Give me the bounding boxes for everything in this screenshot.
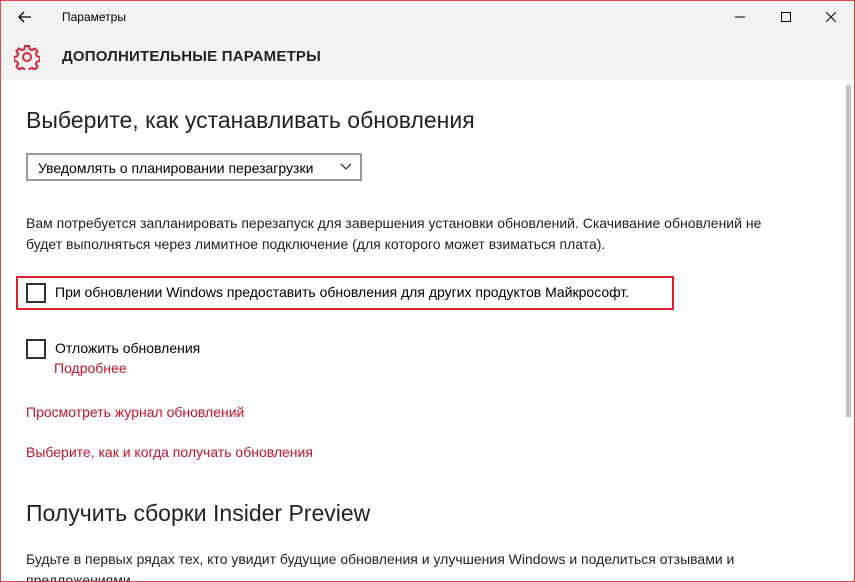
settings-content: Выберите, как устанавливать обновления У… bbox=[1, 80, 843, 581]
page-header: ДОПОЛНИТЕЛЬНЫЕ ПАРАМЕТРЫ bbox=[1, 33, 854, 80]
updates-description-line-1: Вам потребуется запланировать перезапуск… bbox=[26, 215, 762, 231]
insider-description-line-2: предложениями bbox=[26, 572, 131, 581]
other-products-checkbox[interactable] bbox=[26, 283, 46, 303]
settings-window: Параметры ДОПОЛНИТЕЛЬНЫЕ ПАРАМЕТРЫ Выбер… bbox=[0, 0, 855, 582]
minimize-icon bbox=[735, 16, 745, 18]
more-info-link[interactable]: Подробнее bbox=[54, 360, 127, 376]
app-title: Параметры bbox=[62, 10, 126, 24]
title-bar: Параметры bbox=[1, 1, 854, 33]
close-button[interactable] bbox=[808, 1, 854, 33]
vertical-scrollbar[interactable] bbox=[843, 80, 854, 581]
scrollbar-thumb[interactable] bbox=[846, 85, 851, 417]
defer-updates-checkbox[interactable] bbox=[26, 339, 46, 359]
install-mode-dropdown[interactable]: Уведомлять о планировании перезагрузки bbox=[26, 153, 362, 181]
updates-heading: Выберите, как устанавливать обновления bbox=[26, 107, 475, 133]
defer-updates-label[interactable]: Отложить обновления bbox=[55, 340, 200, 356]
back-button[interactable] bbox=[11, 7, 39, 27]
chevron-down-icon bbox=[340, 163, 352, 170]
close-icon bbox=[826, 12, 836, 22]
choose-delivery-link[interactable]: Выберите, как и когда получать обновлени… bbox=[26, 444, 313, 460]
other-products-label[interactable]: При обновлении Windows предоставить обно… bbox=[55, 284, 629, 300]
updates-description: Вам потребуется запланировать перезапуск… bbox=[26, 213, 826, 255]
insider-description: Будьте в первых рядах тех, кто увидит бу… bbox=[26, 549, 826, 581]
update-history-link[interactable]: Просмотреть журнал обновлений bbox=[26, 404, 244, 420]
insider-description-line-1: Будьте в первых рядах тех, кто увидит бу… bbox=[26, 551, 735, 567]
updates-description-line-2: будет выполняться через лимитное подключ… bbox=[26, 236, 606, 252]
dropdown-value: Уведомлять о планировании перезагрузки bbox=[38, 160, 314, 176]
minimize-button[interactable] bbox=[717, 1, 763, 33]
gear-icon bbox=[14, 45, 40, 70]
back-arrow-icon bbox=[18, 11, 31, 23]
section-title: ДОПОЛНИТЕЛЬНЫЕ ПАРАМЕТРЫ bbox=[62, 48, 322, 65]
maximize-icon bbox=[781, 12, 791, 22]
insider-heading: Получить сборки Insider Preview bbox=[26, 500, 371, 526]
maximize-button[interactable] bbox=[763, 1, 809, 33]
